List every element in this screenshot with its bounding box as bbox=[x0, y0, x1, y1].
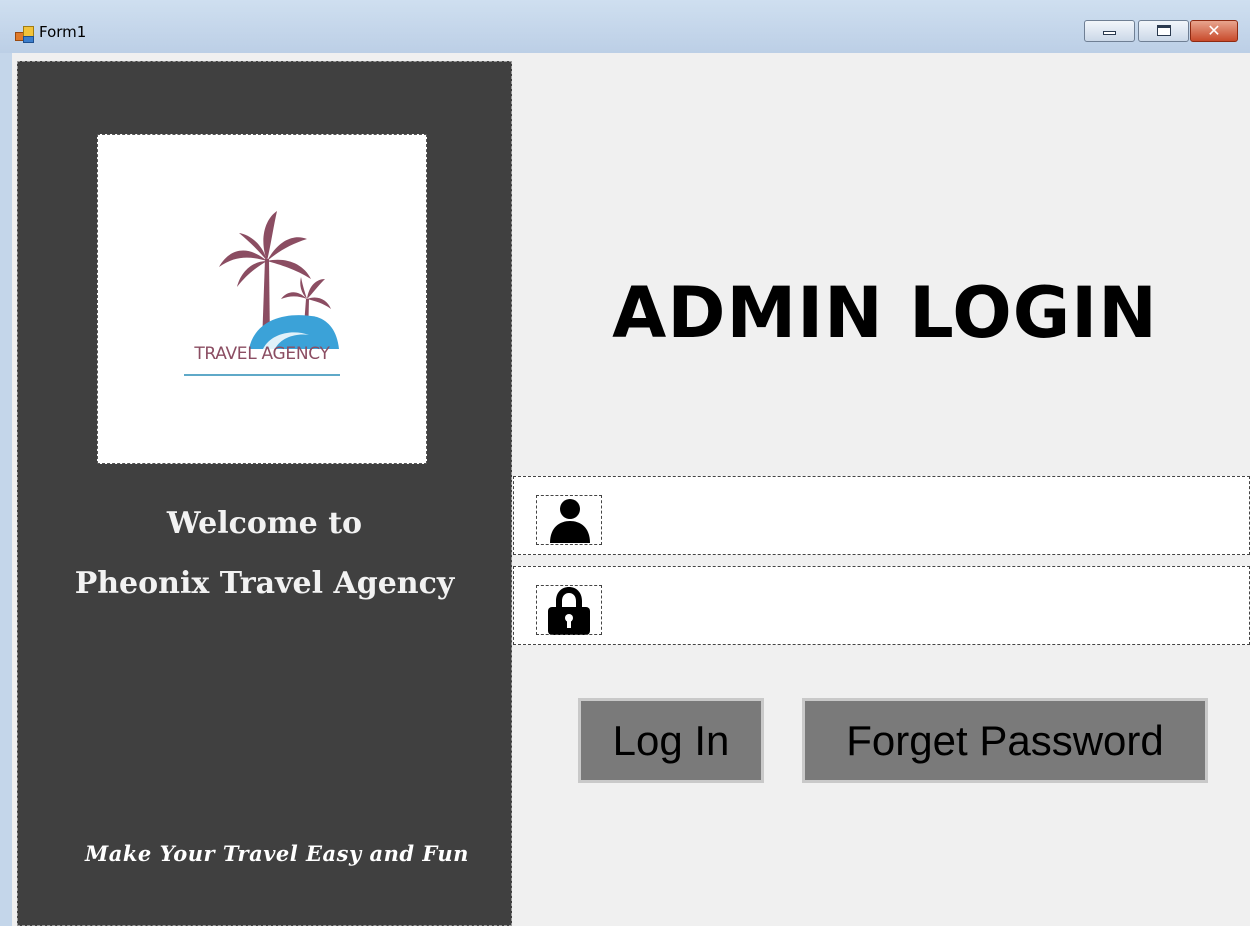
welcome-text-line1: Welcome to bbox=[166, 506, 363, 541]
app-icon bbox=[15, 26, 34, 43]
sidebar-panel: TRAVEL AGENCY Welcome to Pheonix Travel … bbox=[17, 61, 512, 926]
lock-icon-box bbox=[536, 585, 602, 635]
maximize-icon bbox=[1157, 25, 1171, 36]
tagline-text: Make Your Travel Easy and Fun bbox=[85, 841, 469, 866]
logo-picturebox: TRAVEL AGENCY bbox=[97, 134, 427, 464]
palm-tree-logo-icon bbox=[219, 211, 339, 349]
lock-icon bbox=[548, 587, 590, 635]
close-icon: ✕ bbox=[1207, 21, 1221, 40]
user-icon-box bbox=[536, 495, 602, 545]
maximize-button[interactable] bbox=[1138, 20, 1189, 42]
logo-underline bbox=[184, 374, 340, 376]
minimize-icon bbox=[1103, 31, 1116, 35]
user-icon bbox=[550, 499, 590, 543]
title-bar[interactable]: Form1 ✕ bbox=[0, 0, 1250, 53]
minimize-button[interactable] bbox=[1084, 20, 1135, 42]
close-button[interactable]: ✕ bbox=[1190, 20, 1238, 42]
forget-password-button[interactable]: Forget Password bbox=[802, 698, 1208, 783]
username-row bbox=[513, 476, 1250, 555]
page-title: ADMIN LOGIN bbox=[612, 272, 1158, 354]
password-row bbox=[513, 566, 1250, 645]
login-button[interactable]: Log In bbox=[578, 698, 764, 783]
welcome-text-line2: Pheonix Travel Agency bbox=[74, 566, 455, 601]
username-input[interactable] bbox=[613, 484, 1237, 548]
password-input[interactable] bbox=[613, 574, 1237, 638]
logo-text: TRAVEL AGENCY bbox=[194, 344, 330, 364]
window-title: Form1 bbox=[39, 23, 87, 41]
